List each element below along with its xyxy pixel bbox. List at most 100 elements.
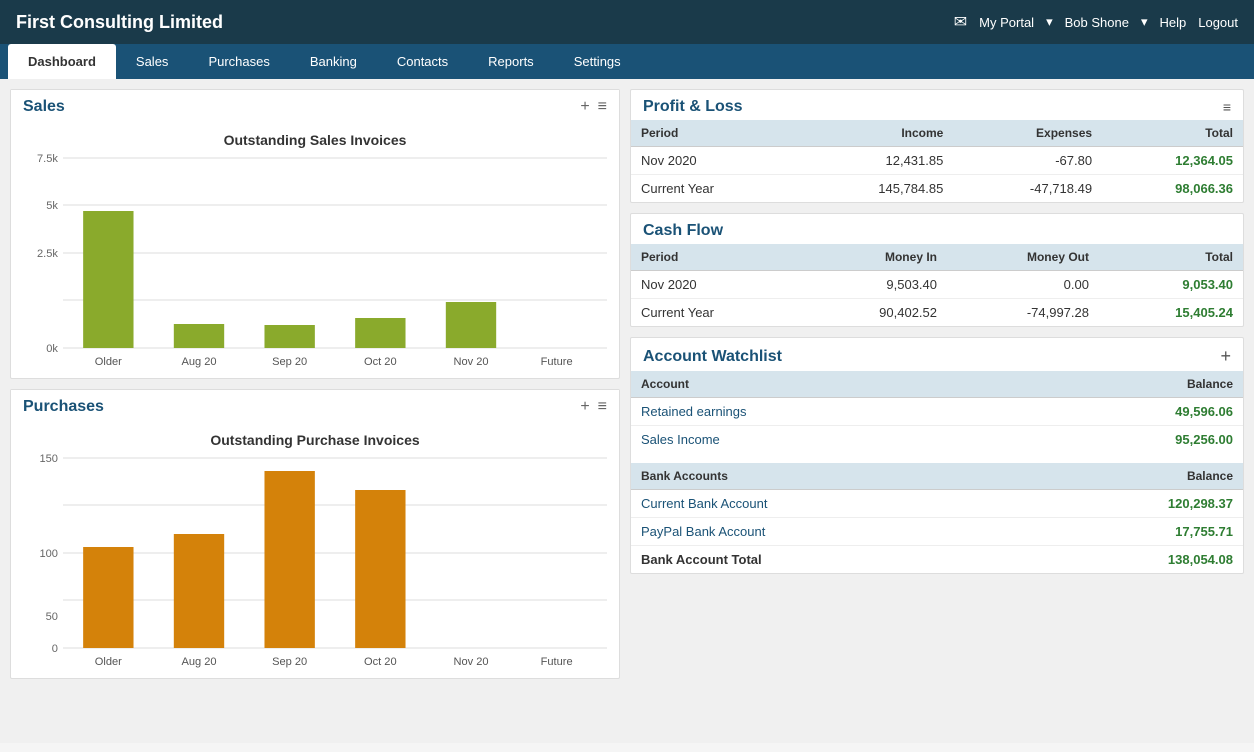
list-item: Sales Income 95,256.00 (631, 426, 1243, 454)
purchases-chart-title: Outstanding Purchase Invoices (23, 432, 607, 448)
svg-text:0k: 0k (46, 343, 58, 355)
tab-settings[interactable]: Settings (554, 44, 641, 79)
table-row: Nov 2020 12,431.85 -67.80 12,364.05 (631, 147, 1243, 175)
sales-title: Sales (23, 98, 65, 116)
purchases-widget-header: Purchases + ≡ (11, 390, 619, 424)
bank-balance-1: 120,298.37 (1018, 490, 1243, 518)
watchlist-card: Account Watchlist + Account Balance Reta… (630, 337, 1244, 574)
mail-icon[interactable]: ✉ (954, 12, 967, 32)
svg-text:Future: Future (541, 356, 573, 368)
svg-text:Older: Older (95, 656, 122, 668)
svg-text:Aug 20: Aug 20 (181, 656, 216, 668)
cf-col-period: Period (631, 244, 803, 271)
tab-dashboard[interactable]: Dashboard (8, 44, 116, 79)
purchases-menu-button[interactable]: ≡ (598, 398, 607, 416)
svg-text:50: 50 (46, 611, 58, 623)
profit-loss-menu-button[interactable]: ≡ (1223, 99, 1231, 115)
purchases-chart: 150 100 50 0 Older Aug 20 Sep 20 (63, 458, 607, 648)
cash-flow-card: Cash Flow Period Money In Money Out Tota… (630, 213, 1244, 327)
cf-col-money-out: Money Out (947, 244, 1099, 271)
cf-total-2: 15,405.24 (1099, 299, 1243, 327)
user-menu-link[interactable]: Bob Shone (1065, 15, 1129, 30)
cf-period-1: Nov 2020 (631, 271, 803, 299)
profit-loss-card: Profit & Loss ≡ Period Income Expenses T… (630, 89, 1244, 203)
bank-account-2[interactable]: PayPal Bank Account (641, 524, 765, 539)
watchlist-account-2[interactable]: Sales Income (641, 432, 720, 447)
watchlist-balance-2: 95,256.00 (1009, 426, 1243, 454)
list-item: Retained earnings 49,596.06 (631, 398, 1243, 426)
cf-money-in-2: 90,402.52 (803, 299, 947, 327)
svg-text:100: 100 (39, 548, 57, 560)
profit-loss-title: Profit & Loss (643, 98, 743, 116)
svg-text:Sep 20: Sep 20 (272, 356, 307, 368)
watchlist-title: Account Watchlist (643, 348, 782, 366)
table-row: Current Year 145,784.85 -47,718.49 98,06… (631, 175, 1243, 203)
svg-text:Older: Older (95, 356, 122, 368)
pl-total-1: 12,364.05 (1102, 147, 1243, 175)
purchases-chart-area: Outstanding Purchase Invoices 150 100 50 (11, 424, 619, 678)
cf-money-out-2: -74,997.28 (947, 299, 1099, 327)
sales-chart-area: Outstanding Sales Invoices 7.5k 5k 2.5k … (11, 124, 619, 378)
bank-accounts-table: Bank Accounts Balance Current Bank Accou… (631, 463, 1243, 573)
pl-total-2: 98,066.36 (1102, 175, 1243, 203)
wl-col-account: Account (631, 371, 1009, 398)
logout-link[interactable]: Logout (1198, 15, 1238, 30)
main-content: Sales + ≡ Outstanding Sales Invoices (0, 79, 1254, 743)
bank-balance-2: 17,755.71 (1018, 518, 1243, 546)
wl-col-balance: Balance (1009, 371, 1243, 398)
cash-flow-header-row: Period Money In Money Out Total (631, 244, 1243, 271)
purchases-add-button[interactable]: + (580, 398, 589, 416)
my-portal-link[interactable]: My Portal (979, 15, 1034, 30)
svg-text:Sep 20: Sep 20 (272, 656, 307, 668)
purchases-actions: + ≡ (580, 398, 607, 416)
app-header: First Consulting Limited ✉ My Portal ▾ B… (0, 0, 1254, 44)
ba-col-account: Bank Accounts (631, 463, 1018, 490)
tab-reports[interactable]: Reports (468, 44, 554, 79)
tab-sales[interactable]: Sales (116, 44, 189, 79)
list-item: PayPal Bank Account 17,755.71 (631, 518, 1243, 546)
cf-total-1: 9,053.40 (1099, 271, 1243, 299)
profit-loss-header-row: Period Income Expenses Total (631, 120, 1243, 147)
pl-expenses-1: -67.80 (953, 147, 1102, 175)
list-item: Current Bank Account 120,298.37 (631, 490, 1243, 518)
svg-text:7.5k: 7.5k (37, 153, 58, 165)
col-total: Total (1102, 120, 1243, 147)
cf-money-in-1: 9,503.40 (803, 271, 947, 299)
svg-text:Nov 20: Nov 20 (453, 356, 488, 368)
cash-flow-table: Period Money In Money Out Total Nov 2020… (631, 244, 1243, 326)
sales-widget: Sales + ≡ Outstanding Sales Invoices (10, 89, 620, 379)
svg-text:Oct 20: Oct 20 (364, 356, 397, 368)
pl-period-1: Nov 2020 (631, 147, 799, 175)
svg-text:2.5k: 2.5k (37, 248, 58, 260)
watchlist-header-row: Account Balance (631, 371, 1243, 398)
cf-money-out-1: 0.00 (947, 271, 1099, 299)
cf-col-total: Total (1099, 244, 1243, 271)
svg-text:Aug 20: Aug 20 (181, 356, 216, 368)
watchlist-add-button[interactable]: + (1220, 346, 1231, 367)
bank-total-row: Bank Account Total 138,054.08 (631, 546, 1243, 574)
profit-loss-table: Period Income Expenses Total Nov 2020 12… (631, 120, 1243, 202)
svg-text:5k: 5k (46, 200, 58, 212)
ba-col-balance: Balance (1018, 463, 1243, 490)
tab-banking[interactable]: Banking (290, 44, 377, 79)
watchlist-balance-1: 49,596.06 (1009, 398, 1243, 426)
help-link[interactable]: Help (1159, 15, 1186, 30)
col-income: Income (799, 120, 953, 147)
svg-text:Future: Future (541, 656, 573, 668)
app-title: First Consulting Limited (16, 12, 223, 33)
col-expenses: Expenses (953, 120, 1102, 147)
watchlist-account-1[interactable]: Retained earnings (641, 404, 747, 419)
svg-text:150: 150 (39, 453, 57, 465)
tab-purchases[interactable]: Purchases (188, 44, 289, 79)
header-right: ✉ My Portal ▾ Bob Shone ▾ Help Logout (954, 12, 1238, 32)
svg-text:0: 0 (52, 643, 58, 655)
col-period: Period (631, 120, 799, 147)
sales-menu-button[interactable]: ≡ (598, 98, 607, 116)
sales-add-button[interactable]: + (580, 98, 589, 116)
tab-contacts[interactable]: Contacts (377, 44, 468, 79)
pl-expenses-2: -47,718.49 (953, 175, 1102, 203)
sales-chart: 7.5k 5k 2.5k 0k Older Aug 20 Sep 20 (63, 158, 607, 348)
bank-account-1[interactable]: Current Bank Account (641, 496, 767, 511)
cf-col-money-in: Money In (803, 244, 947, 271)
svg-text:Oct 20: Oct 20 (364, 656, 397, 668)
